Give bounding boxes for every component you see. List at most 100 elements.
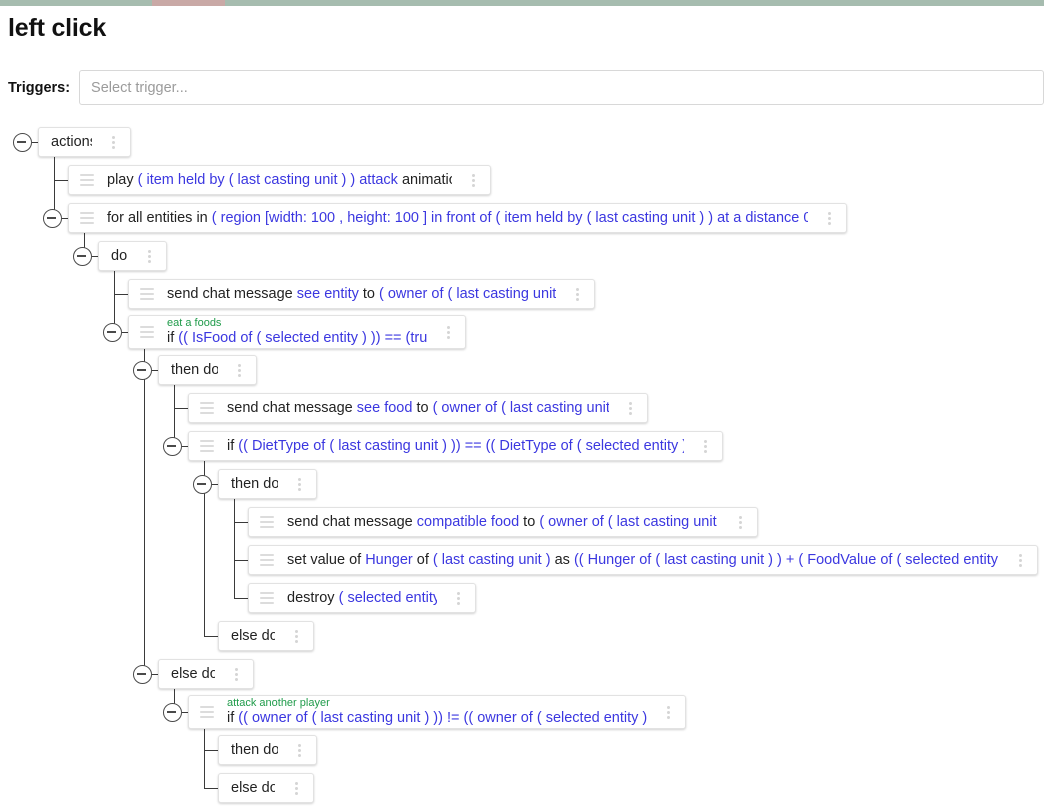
tree-node-if-isfood[interactable]: eat a foods if (( IsFood of ( selected en… xyxy=(128,315,466,349)
trigger-select[interactable]: Select trigger... xyxy=(79,70,1044,105)
tree-node-comment: eat a foods xyxy=(167,317,222,329)
tree-node-text-segment: Hunger xyxy=(365,552,413,568)
tree-node-content: send chat message see food to ( owner of… xyxy=(219,394,609,422)
more-options-icon[interactable] xyxy=(1009,546,1031,574)
tree-connector-vertical xyxy=(204,729,206,788)
tree-node-text-segment: then do: xyxy=(231,742,278,758)
tree-node-text-segment: ( item held by ( last casting unit ) ) a… xyxy=(137,172,398,188)
drag-handle-icon[interactable] xyxy=(195,696,219,728)
tree-node-else-do-2[interactable]: else do: xyxy=(218,621,314,651)
drag-handle-icon[interactable] xyxy=(135,280,159,308)
tree-node-content: else do: xyxy=(219,774,275,802)
more-options-icon[interactable] xyxy=(437,316,459,348)
more-options-icon[interactable] xyxy=(288,470,310,498)
tree-node-else-do-1[interactable]: else do: xyxy=(158,659,254,689)
top-strip-segment-right xyxy=(225,0,1044,6)
tree-node-content: then do: xyxy=(219,736,278,764)
tree-node-then-do-3[interactable]: then do: xyxy=(218,735,317,765)
tree-node-text-segment: (( DietType of ( last casting unit ) )) … xyxy=(238,438,684,454)
more-options-icon[interactable] xyxy=(462,166,484,194)
drag-handle-icon[interactable] xyxy=(255,508,279,536)
more-options-icon[interactable] xyxy=(285,622,307,650)
drag-handle-icon[interactable] xyxy=(75,204,99,232)
tree-node-destroy-entity[interactable]: destroy ( selected entity ) xyxy=(248,583,476,613)
triggers-row: Triggers: Select trigger... xyxy=(8,70,1044,105)
more-options-icon[interactable] xyxy=(619,394,641,422)
tree-node-content: send chat message compatible food to ( o… xyxy=(279,508,719,536)
top-accent-strip xyxy=(0,0,1044,6)
tree-node-text-segment: else do: xyxy=(231,780,275,796)
tree-node-text-segment: (( owner of ( last casting unit ) )) != … xyxy=(238,710,647,726)
drag-handle-icon[interactable] xyxy=(135,316,159,348)
tree-node-label: else do: xyxy=(219,622,275,650)
tree-node-if-owner-ne[interactable]: attack another player if (( owner of ( la… xyxy=(188,695,686,729)
tree-node-text-segment: to xyxy=(358,286,380,302)
collapse-minus-icon[interactable] xyxy=(43,208,62,228)
trigger-placeholder: Select trigger... xyxy=(91,79,188,96)
tree-node-text-segment: then do: xyxy=(231,476,278,492)
drag-handle-icon[interactable] xyxy=(255,546,279,574)
tree-node-content: play ( item held by ( last casting unit … xyxy=(99,166,452,194)
tree-connector-horizontal xyxy=(204,750,218,752)
collapse-minus-icon[interactable] xyxy=(133,360,152,380)
more-options-icon[interactable] xyxy=(102,128,124,156)
drag-handle-icon[interactable] xyxy=(255,584,279,612)
more-options-icon[interactable] xyxy=(657,696,679,728)
tree-node-text-segment: ( selected entity ) xyxy=(338,590,437,606)
collapse-minus-icon[interactable] xyxy=(73,246,92,266)
tree-node-text-segment: destroy xyxy=(287,590,339,606)
tree-connector-horizontal xyxy=(204,788,218,790)
collapse-minus-icon[interactable] xyxy=(103,322,122,342)
more-options-icon[interactable] xyxy=(288,736,310,764)
collapse-minus-icon[interactable] xyxy=(163,436,182,456)
more-options-icon[interactable] xyxy=(729,508,751,536)
tree-node-actions[interactable]: actions xyxy=(38,127,131,157)
tree-node-for-all-entities[interactable]: for all entities in ( region [width: 100… xyxy=(68,203,847,233)
tree-node-content: then do: xyxy=(219,470,278,498)
tree-node-do-1[interactable]: do: xyxy=(98,241,167,271)
tree-node-set-hunger[interactable]: set value of Hunger of ( last casting un… xyxy=(248,545,1038,575)
tree-node-content: destroy ( selected entity ) xyxy=(279,584,437,612)
drag-handle-icon[interactable] xyxy=(75,166,99,194)
tree-node-if-diettype[interactable]: if (( DietType of ( last casting unit ) … xyxy=(188,431,723,461)
drag-handle-icon[interactable] xyxy=(195,394,219,422)
tree-node-content: do: xyxy=(99,242,128,270)
more-options-icon[interactable] xyxy=(694,432,716,460)
tree-node-text-segment: see entity xyxy=(296,286,359,302)
tree-node-label: send chat message see food to ( owner of… xyxy=(219,394,609,422)
collapse-minus-icon[interactable] xyxy=(13,132,32,152)
collapse-minus-icon[interactable] xyxy=(163,702,182,722)
tree-node-send-see-food[interactable]: send chat message see food to ( owner of… xyxy=(188,393,648,423)
tree-node-text-segment: if xyxy=(227,710,239,726)
tree-node-text-segment: to xyxy=(519,514,540,530)
drag-handle-icon[interactable] xyxy=(195,432,219,460)
tree-node-content: set value of Hunger of ( last casting un… xyxy=(279,546,999,574)
tree-node-text-segment: set value of xyxy=(287,552,366,568)
tree-node-send-see-entity[interactable]: send chat message see entity to ( owner … xyxy=(128,279,595,309)
tree-node-text-segment: (( Hunger of ( last casting unit ) ) + (… xyxy=(573,552,999,568)
more-options-icon[interactable] xyxy=(228,356,250,384)
triggers-label: Triggers: xyxy=(8,79,71,96)
more-options-icon[interactable] xyxy=(225,660,247,688)
collapse-minus-icon[interactable] xyxy=(133,664,152,684)
tree-node-then-do-1[interactable]: then do: xyxy=(158,355,257,385)
collapse-minus-icon[interactable] xyxy=(193,474,212,494)
tree-node-text-segment: send chat message xyxy=(227,400,357,416)
tree-node-text-segment: else do: xyxy=(171,666,215,682)
tree-node-text-segment: if xyxy=(227,438,239,454)
more-options-icon[interactable] xyxy=(138,242,160,270)
more-options-icon[interactable] xyxy=(285,774,307,802)
tree-node-text-segment: for all entities in xyxy=(107,210,212,226)
more-options-icon[interactable] xyxy=(566,280,588,308)
more-options-icon[interactable] xyxy=(818,204,840,232)
tree-node-send-compatible-food[interactable]: send chat message compatible food to ( o… xyxy=(248,507,758,537)
more-options-icon[interactable] xyxy=(447,584,469,612)
tree-node-text-segment: animation xyxy=(401,172,452,188)
tree-node-text-segment: compatible food xyxy=(416,514,520,530)
tree-node-label: for all entities in ( region [width: 100… xyxy=(99,204,808,232)
tree-node-play-animation[interactable]: play ( item held by ( last casting unit … xyxy=(68,165,491,195)
tree-node-text-segment: else do: xyxy=(231,628,275,644)
tree-node-else-do-3[interactable]: else do: xyxy=(218,773,314,803)
tree-node-then-do-2[interactable]: then do: xyxy=(218,469,317,499)
top-strip-segment-accent xyxy=(152,0,225,6)
